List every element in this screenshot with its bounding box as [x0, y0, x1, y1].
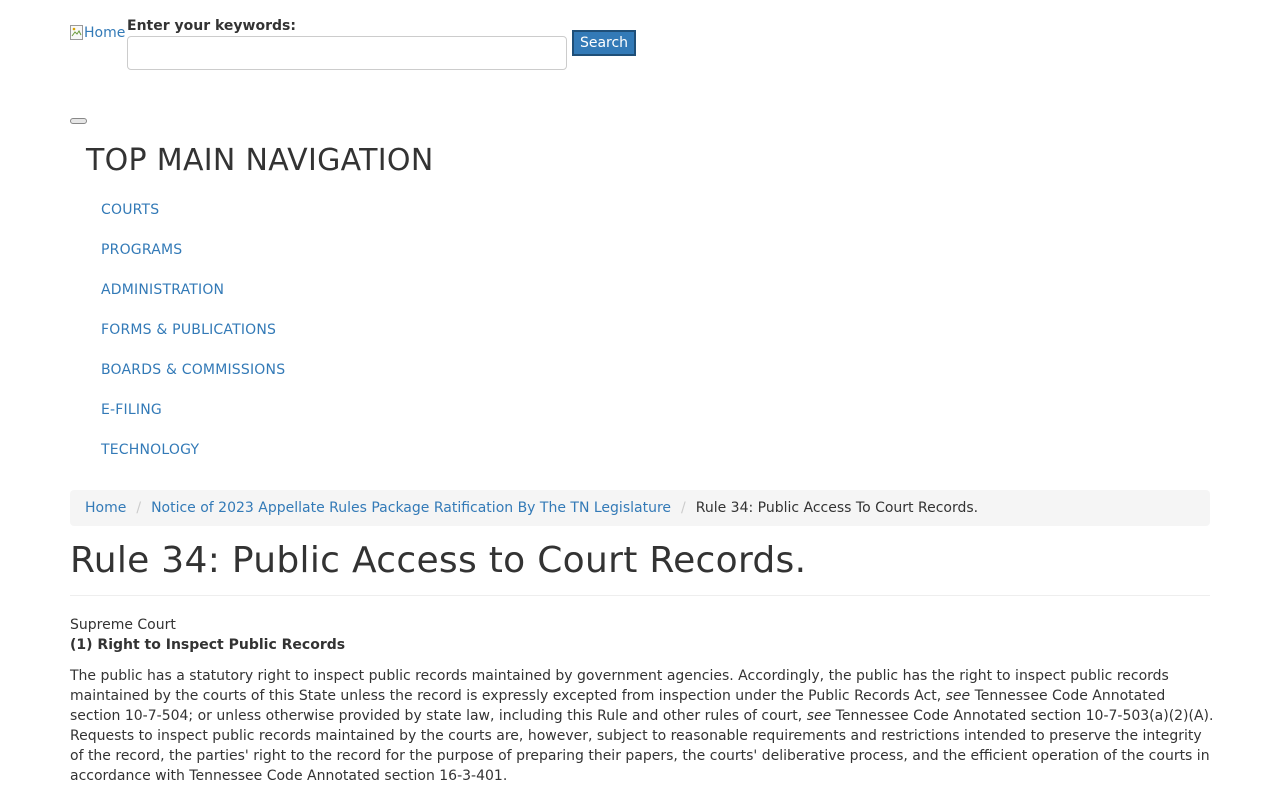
- home-logo-alt-text: Home: [84, 25, 126, 41]
- court-label: Supreme Court: [70, 617, 176, 633]
- nav-link-courts[interactable]: COURTS: [101, 202, 159, 218]
- rule-paragraph: The public has a statutory right to insp…: [70, 666, 1215, 786]
- title-divider: [70, 595, 1210, 596]
- nav-item-technology: TECHNOLOGY: [101, 438, 285, 478]
- nav-item-programs: PROGRAMS: [101, 238, 285, 278]
- breadcrumb-current: Rule 34: Public Access To Court Records.: [695, 500, 979, 516]
- broken-image-icon: [70, 25, 84, 41]
- breadcrumb-separator: /: [681, 500, 686, 516]
- main-nav: COURTS PROGRAMS ADMINISTRATION FORMS & P…: [101, 198, 285, 478]
- nav-link-forms-publications[interactable]: FORMS & PUBLICATIONS: [101, 322, 276, 338]
- section-heading: (1) Right to Inspect Public Records: [70, 637, 346, 653]
- breadcrumb: Home / Notice of 2023 Appellate Rules Pa…: [70, 490, 1210, 526]
- nav-item-forms-publications: FORMS & PUBLICATIONS: [101, 318, 285, 358]
- site-header: Home Enter your keywords: Search: [70, 16, 670, 76]
- nav-title: TOP MAIN NAVIGATION: [86, 143, 434, 178]
- paragraph-see-2: see: [806, 708, 832, 724]
- nav-link-programs[interactable]: PROGRAMS: [101, 242, 182, 258]
- nav-toggle-button[interactable]: [70, 118, 87, 124]
- breadcrumb-separator: /: [136, 500, 142, 516]
- nav-item-administration: ADMINISTRATION: [101, 278, 285, 318]
- breadcrumb-notice-link[interactable]: Notice of 2023 Appellate Rules Package R…: [151, 500, 671, 516]
- nav-link-e-filing[interactable]: E-FILING: [101, 402, 162, 418]
- nav-item-courts: COURTS: [101, 198, 285, 238]
- nav-item-e-filing: E-FILING: [101, 398, 285, 438]
- search-label: Enter your keywords:: [127, 18, 296, 34]
- page-title: Rule 34: Public Access to Court Records.: [70, 540, 807, 581]
- home-logo-link[interactable]: Home: [70, 25, 125, 41]
- nav-link-technology[interactable]: TECHNOLOGY: [101, 442, 199, 458]
- search-input[interactable]: [127, 36, 567, 70]
- search-button[interactable]: Search: [572, 30, 636, 56]
- nav-link-boards-commissions[interactable]: BOARDS & COMMISSIONS: [101, 362, 285, 378]
- nav-link-administration[interactable]: ADMINISTRATION: [101, 282, 224, 298]
- nav-item-boards-commissions: BOARDS & COMMISSIONS: [101, 358, 285, 398]
- paragraph-see-1: see: [945, 688, 971, 704]
- breadcrumb-home-link[interactable]: Home: [85, 500, 126, 516]
